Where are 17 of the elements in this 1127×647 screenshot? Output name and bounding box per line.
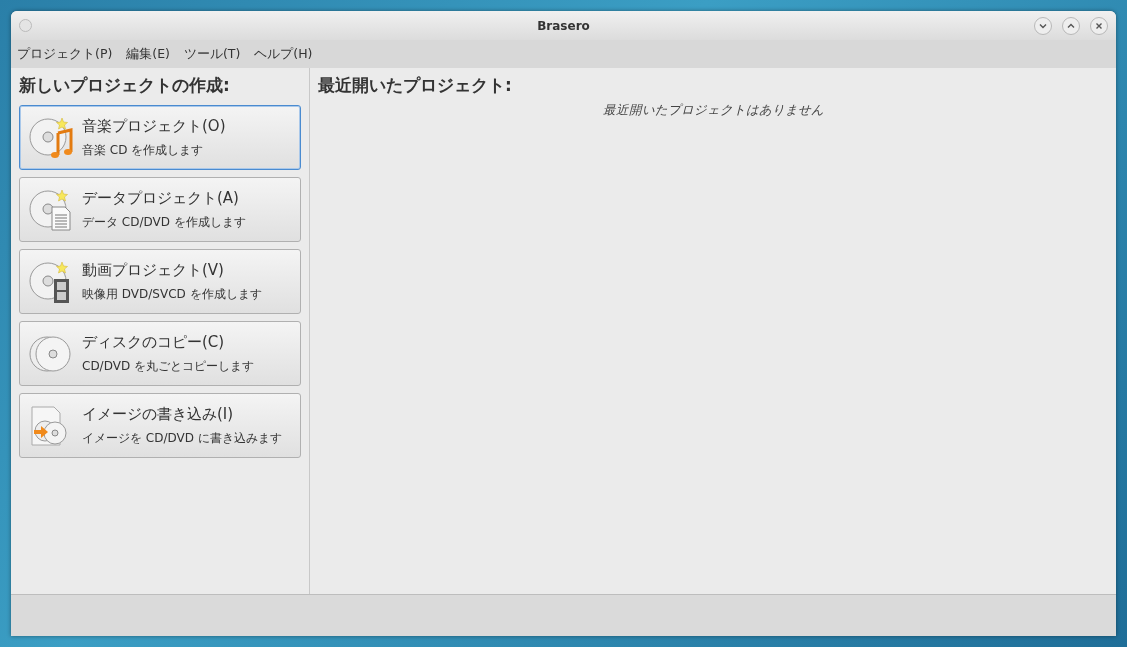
menu-item[interactable]: ヘルプ(H): [254, 45, 313, 63]
project-button[interactable]: ディスクのコピー(C) CD/DVD を丸ごとコピーします: [19, 321, 301, 386]
section-heading: 最近開いたプロジェクト:: [318, 74, 513, 97]
menu-item[interactable]: プロジェクト(P): [17, 45, 113, 63]
project-button[interactable]: イメージの書き込み(I) イメージを CD/DVD に書き込みます: [19, 393, 301, 458]
maximize-button[interactable]: [1062, 16, 1080, 35]
close-icon: [1094, 20, 1104, 31]
window-title: Brasero: [536, 18, 591, 33]
project-button[interactable]: 動画プロジェクト(V) 映像用 DVD/SVCD を作成します: [19, 249, 301, 314]
project-button[interactable]: データプロジェクト(A) データ CD/DVD を作成します: [19, 177, 301, 242]
section-heading: 新しいプロジェクトの作成:: [19, 74, 231, 97]
close-button[interactable]: [1090, 16, 1108, 35]
menu-item[interactable]: ツール(T): [183, 45, 241, 63]
minimize-button[interactable]: [1034, 16, 1052, 35]
menu-item[interactable]: 編集(E): [126, 45, 170, 63]
empty-message: 最近開いたプロジェクトはありません: [601, 102, 825, 119]
project-button[interactable]: 音楽プロジェクト(O) 音楽 CD を作成します: [19, 105, 301, 170]
